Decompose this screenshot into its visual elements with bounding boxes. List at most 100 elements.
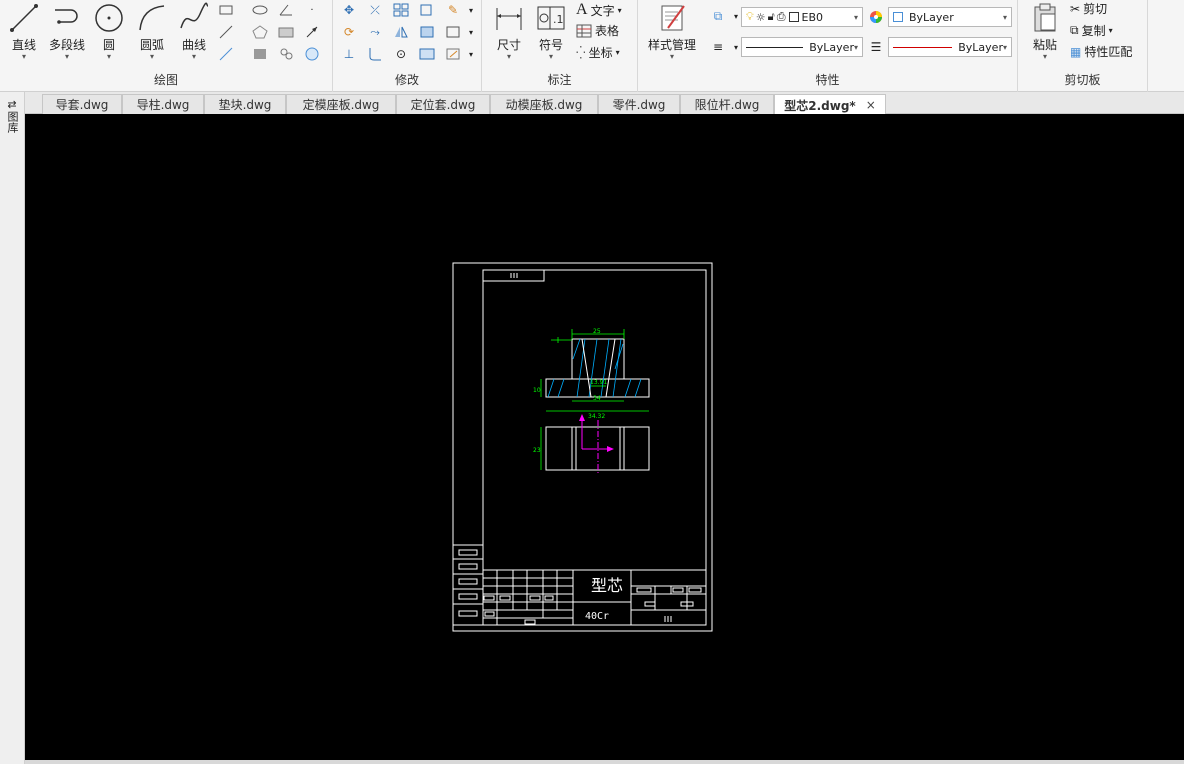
stretch-icon: ⊥ [343, 47, 355, 61]
point-tool-button[interactable]: · [302, 0, 322, 20]
front-section-view [545, 338, 650, 398]
ellipse-tool-button[interactable] [250, 0, 270, 20]
style-manager-icon [661, 5, 685, 31]
rotate-button[interactable]: ⟳ [339, 22, 359, 42]
tab-moving-clamp-plate[interactable]: 动模座板.dwg [490, 94, 598, 114]
construction-line-button[interactable] [216, 22, 236, 42]
coordinate-icon: ⁛ [576, 45, 586, 60]
match-properties-icon: ▦ [1070, 44, 1082, 59]
region-icon [278, 27, 294, 38]
draw-panel-title: 绘图 [153, 73, 178, 87]
drawing-sheet: 型芯 40Cr 25 13.91 34 34.32 10 23 [452, 262, 713, 632]
tab-spacer-block[interactable]: 垫块.dwg [204, 94, 286, 114]
ray-tool-button[interactable] [216, 44, 236, 64]
text-button[interactable]: A 文字 ▾ [576, 1, 622, 19]
paste-button[interactable]: 粘贴 ▾ [1026, 2, 1064, 61]
dimension-button[interactable]: 尺寸 ▾ [490, 2, 528, 61]
tab-fixed-clamp-plate[interactable]: 定模座板.dwg [286, 94, 396, 114]
fillet-button[interactable] [365, 44, 385, 64]
tab-locating-sleeve[interactable]: 定位套.dwg [396, 94, 490, 114]
lineweight-button[interactable]: ☰ [866, 37, 886, 57]
region-tool-button[interactable] [276, 22, 296, 42]
erase-button[interactable]: ✎ [443, 0, 463, 20]
drawing-canvas[interactable]: 型芯 40Cr 25 13.91 34 34.32 10 23 [25, 114, 1184, 760]
symbol-button[interactable]: .1 符号 ▾ [532, 2, 570, 61]
angle-tool-button[interactable] [276, 0, 296, 20]
angle-icon [279, 4, 292, 16]
library-button[interactable]: ⇄ 图库 [3, 98, 21, 133]
rectangle-tool-button[interactable] [216, 0, 236, 20]
table-button[interactable]: 表格 [576, 22, 619, 39]
modify-dropdown-1[interactable]: ▾ [461, 0, 481, 20]
boundary-tool-button[interactable] [302, 44, 322, 64]
offset-icon [420, 26, 434, 38]
arc-button[interactable]: 圆弧 ▾ [134, 2, 170, 61]
tab-guide-bush[interactable]: 导套.dwg [42, 94, 122, 114]
copy-object-button[interactable] [417, 0, 437, 20]
modify-dropdown-3[interactable]: ▾ [461, 44, 481, 64]
rectangle-icon [219, 5, 233, 15]
draw-panel: 直线 ▾ 多段线 ▾ 圆 ▾ 圆弧 ▾ 曲线 ▾ · 绘图 [0, 0, 333, 92]
coordinate-button[interactable]: ⁛ 坐标 ▾ [576, 44, 620, 61]
match-layer-button[interactable]: ≡ [708, 37, 728, 57]
chevron-down-icon: ▾ [733, 11, 738, 21]
close-tab-icon[interactable]: × [866, 98, 876, 112]
layer-tools-button[interactable]: ⧉ [708, 6, 728, 26]
edit-button[interactable] [443, 44, 463, 64]
arrow-tool-button[interactable] [302, 22, 322, 42]
modify-dropdown-2[interactable]: ▾ [461, 22, 481, 42]
stretch-button[interactable]: ⊥ [339, 44, 359, 64]
color-combo[interactable]: ByLayer ▾ [888, 7, 1012, 27]
fillet-icon [369, 48, 381, 61]
layer-combo[interactable]: 💡︎ ☼ 🔓︎ ⎙ EB0 ▾ [741, 7, 863, 27]
tab-core-2[interactable]: 型芯2.dwg* × [774, 94, 886, 115]
tab-guide-pillar[interactable]: 导柱.dwg [122, 94, 204, 114]
library-label: 图库 [6, 111, 19, 133]
chevron-down-icon: ▾ [853, 42, 858, 52]
paste-label: 粘贴 [1032, 38, 1057, 52]
circle-button[interactable]: 圆 ▾ [92, 2, 126, 61]
curve-button[interactable]: 曲线 ▾ [176, 2, 212, 61]
tab-part[interactable]: 零件.dwg [598, 94, 680, 114]
revision-strip [452, 544, 484, 626]
chevron-down-icon: ▾ [106, 52, 111, 61]
align-button[interactable]: ⊙ [391, 44, 411, 64]
linetype-combo[interactable]: ByLayer ▾ [741, 37, 863, 57]
match-properties-button[interactable]: ▦ 特性匹配 [1070, 43, 1132, 60]
array-button[interactable] [391, 0, 411, 20]
annotate-panel: 尺寸 ▾ .1 符号 ▾ A 文字 ▾ 表格 ⁛ 坐标 ▾ 标注 [482, 0, 638, 92]
color-swatch [893, 12, 903, 22]
arrow-icon [306, 26, 318, 38]
mirror-button[interactable] [391, 22, 411, 42]
move-button[interactable]: ✥ [339, 0, 359, 20]
trim-button[interactable]: ⤫ [365, 0, 385, 20]
chevron-down-icon: ▾ [64, 52, 69, 61]
line-button[interactable]: 直线 ▾ [6, 2, 42, 61]
revision-box [458, 610, 478, 617]
copy-button[interactable]: ⧉ 复制 ▾ [1070, 22, 1113, 39]
array-icon [393, 3, 409, 17]
pencil-icon: ✎ [447, 3, 459, 17]
line-icon [10, 4, 38, 32]
offset-button[interactable] [417, 22, 437, 42]
lineweight-combo[interactable]: ByLayer ▾ [888, 37, 1012, 57]
scale-icon [446, 26, 460, 38]
clipboard-panel: 粘贴 ▾ ✂ 剪切 ⧉ 复制 ▾ ▦ 特性匹配 剪切板 [1018, 0, 1148, 92]
hatch-tool-button[interactable] [250, 44, 270, 64]
extend-button[interactable]: ⤳ [365, 22, 385, 42]
color-wheel-button[interactable] [866, 7, 886, 27]
block-tool-button[interactable] [276, 44, 296, 64]
xline-icon [219, 25, 233, 39]
style-manager-button[interactable]: 样式管理 ▾ [644, 2, 700, 61]
library-sidebar: ⇄ 图库 [0, 92, 25, 764]
polygon-tool-button[interactable] [250, 22, 270, 42]
tab-label: 定模座板.dwg [302, 98, 380, 112]
cut-button[interactable]: ✂ 剪切 [1070, 0, 1107, 17]
clipboard-icon [1034, 3, 1056, 32]
list-icon: ≡ [712, 40, 724, 54]
polyline-button[interactable]: 多段线 ▾ [46, 2, 88, 61]
document-tab-bar: 导套.dwg 导柱.dwg 垫块.dwg 定模座板.dwg 定位套.dwg 动模… [0, 92, 1184, 115]
scale-button[interactable] [443, 22, 463, 42]
explode-button[interactable] [417, 44, 437, 64]
tab-limit-rod[interactable]: 限位杆.dwg [680, 94, 774, 114]
